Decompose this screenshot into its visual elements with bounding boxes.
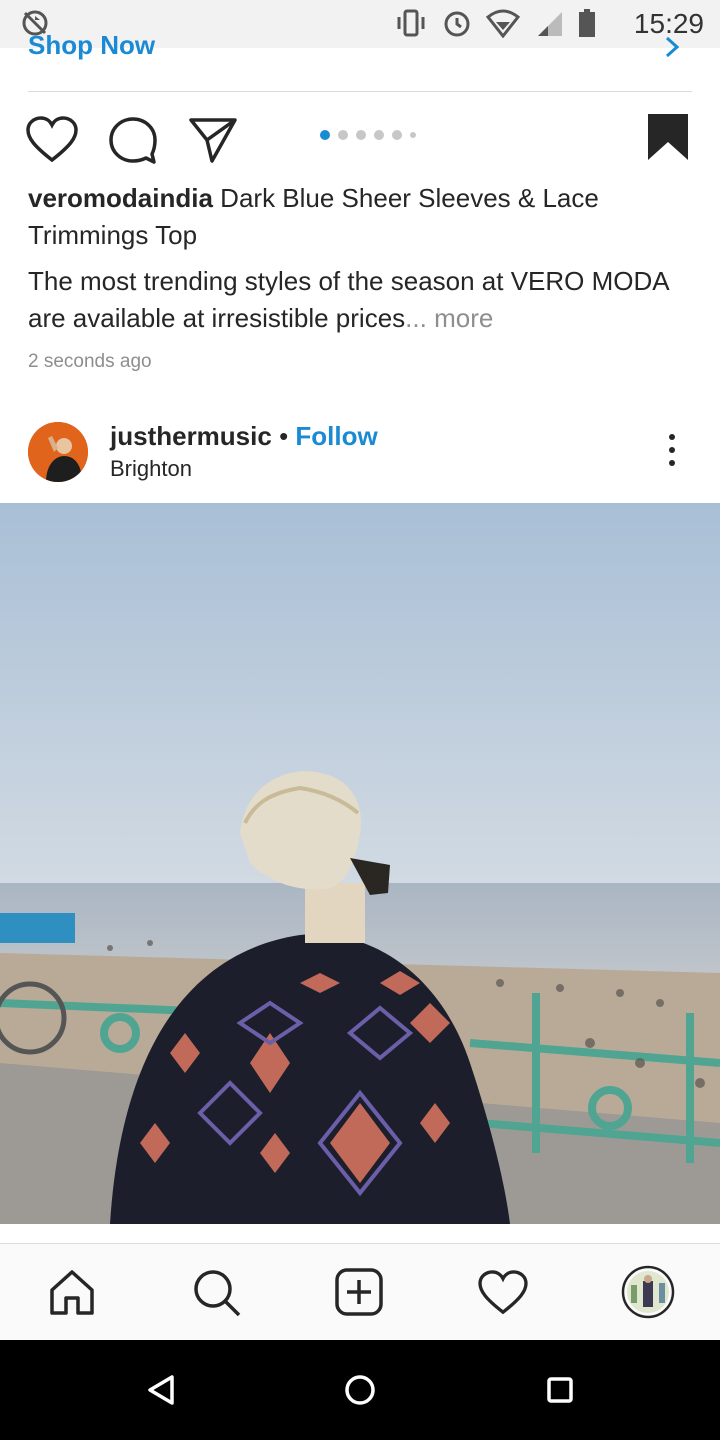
caption-username[interactable]: veromodaindia — [28, 183, 213, 213]
like-heart-icon[interactable] — [26, 116, 78, 169]
description-text: The most trending styles of the season a… — [28, 266, 669, 333]
alarm-icon — [442, 8, 472, 43]
bottom-nav — [0, 1243, 720, 1341]
carousel-dot-active — [320, 130, 330, 140]
more-options-icon[interactable] — [664, 434, 680, 470]
description-ellipsis: ... — [405, 303, 427, 333]
post-header: justhermusic • Follow — [110, 421, 378, 452]
carousel-dot — [392, 130, 402, 140]
follow-button[interactable]: Follow — [295, 421, 377, 451]
carousel-dot — [410, 132, 416, 138]
post-caption: veromodaindia Dark Blue Sheer Sleeves & … — [28, 180, 668, 254]
home-circle-icon[interactable] — [344, 1374, 376, 1411]
carousel-dot — [338, 130, 348, 140]
vibrate-icon — [394, 8, 428, 43]
search-icon[interactable] — [192, 1268, 242, 1323]
separator-dot: • — [279, 421, 289, 451]
battery-icon — [578, 8, 596, 43]
signal-icon — [534, 8, 564, 43]
comment-icon[interactable] — [108, 116, 158, 169]
add-post-icon[interactable] — [335, 1268, 383, 1321]
share-send-icon[interactable] — [188, 116, 238, 169]
carousel-indicator — [320, 130, 416, 140]
carousel-dot — [356, 130, 366, 140]
bookmark-saved-icon[interactable] — [646, 112, 690, 167]
post-location[interactable]: Brighton — [110, 456, 192, 482]
system-nav-bar — [0, 1340, 720, 1440]
post-timestamp: 2 seconds ago — [28, 351, 152, 372]
carousel-dot — [374, 130, 384, 140]
post-description: The most trending styles of the season a… — [28, 263, 678, 337]
activity-heart-icon[interactable] — [478, 1270, 528, 1321]
recents-icon[interactable] — [546, 1376, 574, 1409]
divider — [28, 91, 692, 92]
home-icon[interactable] — [48, 1268, 96, 1321]
more-link[interactable]: more — [434, 303, 493, 333]
back-icon[interactable] — [146, 1374, 176, 1411]
wifi-icon — [485, 8, 521, 43]
shop-now-link[interactable]: Shop Now — [28, 30, 155, 61]
chevron-right-icon[interactable] — [664, 36, 680, 63]
profile-avatar[interactable] — [621, 1265, 675, 1324]
avatar[interactable] — [28, 422, 88, 482]
post-photo[interactable] — [0, 503, 720, 1224]
post-username[interactable]: justhermusic — [110, 421, 272, 451]
post-actions — [0, 110, 720, 170]
